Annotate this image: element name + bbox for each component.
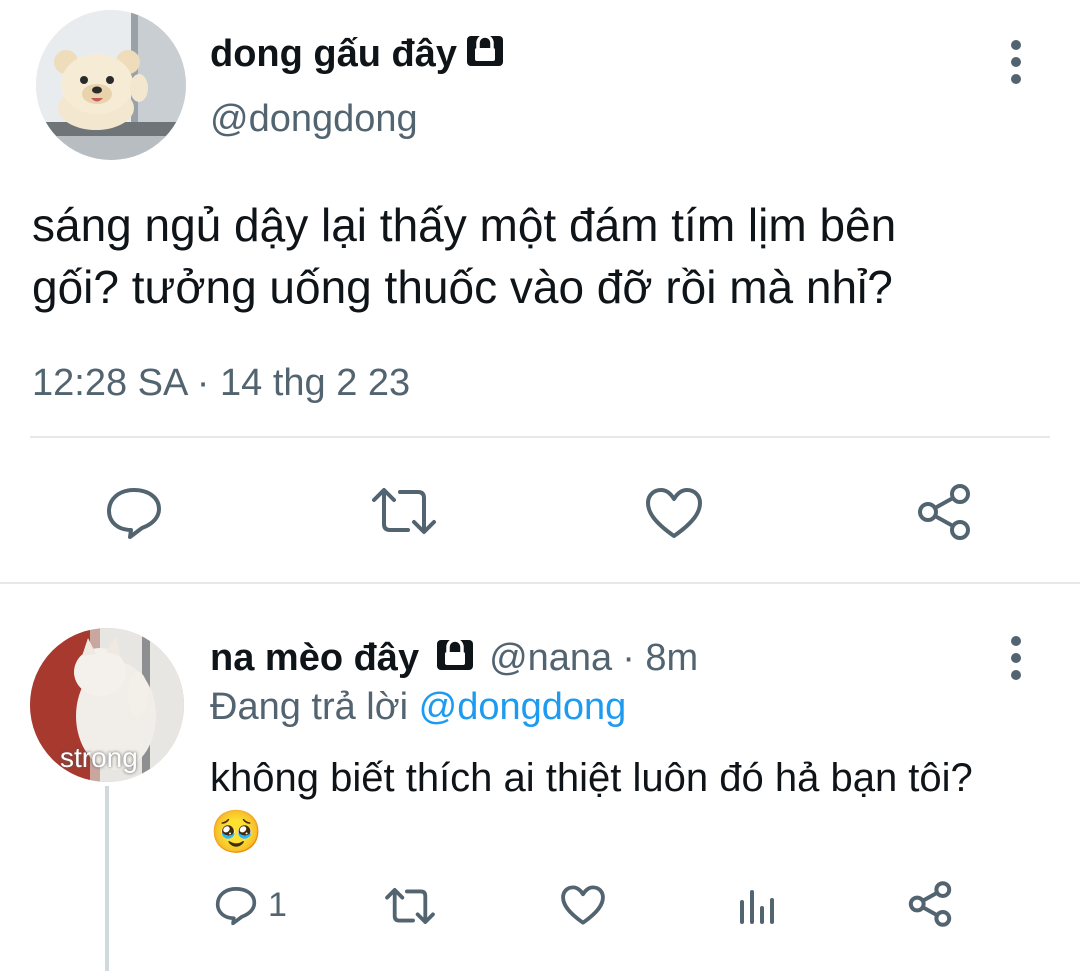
like-button[interactable] xyxy=(644,486,704,540)
author-avatar[interactable] xyxy=(36,10,186,160)
more-dot xyxy=(1011,653,1021,663)
tweet-timestamp[interactable]: 12:28 SA · 14 thg 2 23 xyxy=(32,362,410,405)
replying-to-link[interactable]: @dongdong xyxy=(419,686,627,728)
more-dot xyxy=(1011,74,1021,84)
reply-author-avatar[interactable]: strong xyxy=(30,628,184,782)
reply-text: không biết thích ai thiệt luôn đó hả bạn… xyxy=(210,752,973,858)
author-handle[interactable]: @dongdong xyxy=(210,98,418,141)
heart-icon xyxy=(646,488,702,538)
lock-icon xyxy=(465,32,505,78)
reply-icon xyxy=(215,887,257,926)
reply-like-button[interactable] xyxy=(560,884,606,926)
avatar-caption: strong xyxy=(60,742,138,773)
reply-author-name[interactable]: na mèo đây xyxy=(210,637,419,679)
retweet-icon xyxy=(372,488,436,534)
reply-more-options-button[interactable] xyxy=(1008,636,1024,680)
divider xyxy=(30,436,1050,438)
tweet-text: sáng ngủ dậy lại thấy một đám tím lịm bê… xyxy=(32,194,1062,318)
emoji-icon: 🥹 xyxy=(210,808,263,855)
share-icon xyxy=(908,881,952,927)
author-name-text: dong gấu đây xyxy=(210,33,457,75)
reply-share-button[interactable] xyxy=(906,880,954,928)
share-icon xyxy=(918,484,970,540)
reply-icon xyxy=(107,488,161,539)
analytics-icon xyxy=(740,890,774,924)
reply-time[interactable]: · 8m xyxy=(622,637,698,679)
reply-button[interactable] xyxy=(104,484,164,540)
heart-icon xyxy=(561,885,605,925)
reply-text-line: không biết thích ai thiệt luôn đó hả bạn… xyxy=(210,756,973,800)
reply-author-handle[interactable]: @nana xyxy=(489,637,612,679)
retweet-icon xyxy=(385,888,435,924)
more-options-button[interactable] xyxy=(1008,40,1024,84)
author-name[interactable]: dong gấu đây xyxy=(210,32,505,78)
teddy-bear-avatar-image xyxy=(36,10,186,160)
more-vertical-icon xyxy=(1011,40,1021,50)
replying-prefix: Đang trả lời xyxy=(210,686,409,728)
more-dot xyxy=(1011,670,1021,680)
more-vertical-icon xyxy=(1011,636,1021,646)
share-button[interactable] xyxy=(914,482,974,542)
tweet-text-line-1: sáng ngủ dậy lại thấy một đám tím lịm bê… xyxy=(32,199,897,251)
replying-to: Đang trả lời @dongdong xyxy=(210,686,626,729)
thread-line xyxy=(105,786,109,971)
retweet-button[interactable] xyxy=(370,486,438,536)
reply-retweet-button[interactable] xyxy=(384,886,436,926)
reply-count: 1 xyxy=(268,885,287,924)
lock-icon xyxy=(435,636,475,677)
reply-reply-button[interactable]: 1 xyxy=(214,884,287,926)
reply-header: na mèo đây @nana · 8m xyxy=(210,636,698,680)
reply-analytics-button[interactable] xyxy=(738,888,778,924)
more-dot xyxy=(1011,57,1021,67)
tweet-text-line-2: gối? tưởng uống thuốc vào đỡ rồi mà nhỉ? xyxy=(32,261,893,313)
section-divider xyxy=(0,582,1080,584)
